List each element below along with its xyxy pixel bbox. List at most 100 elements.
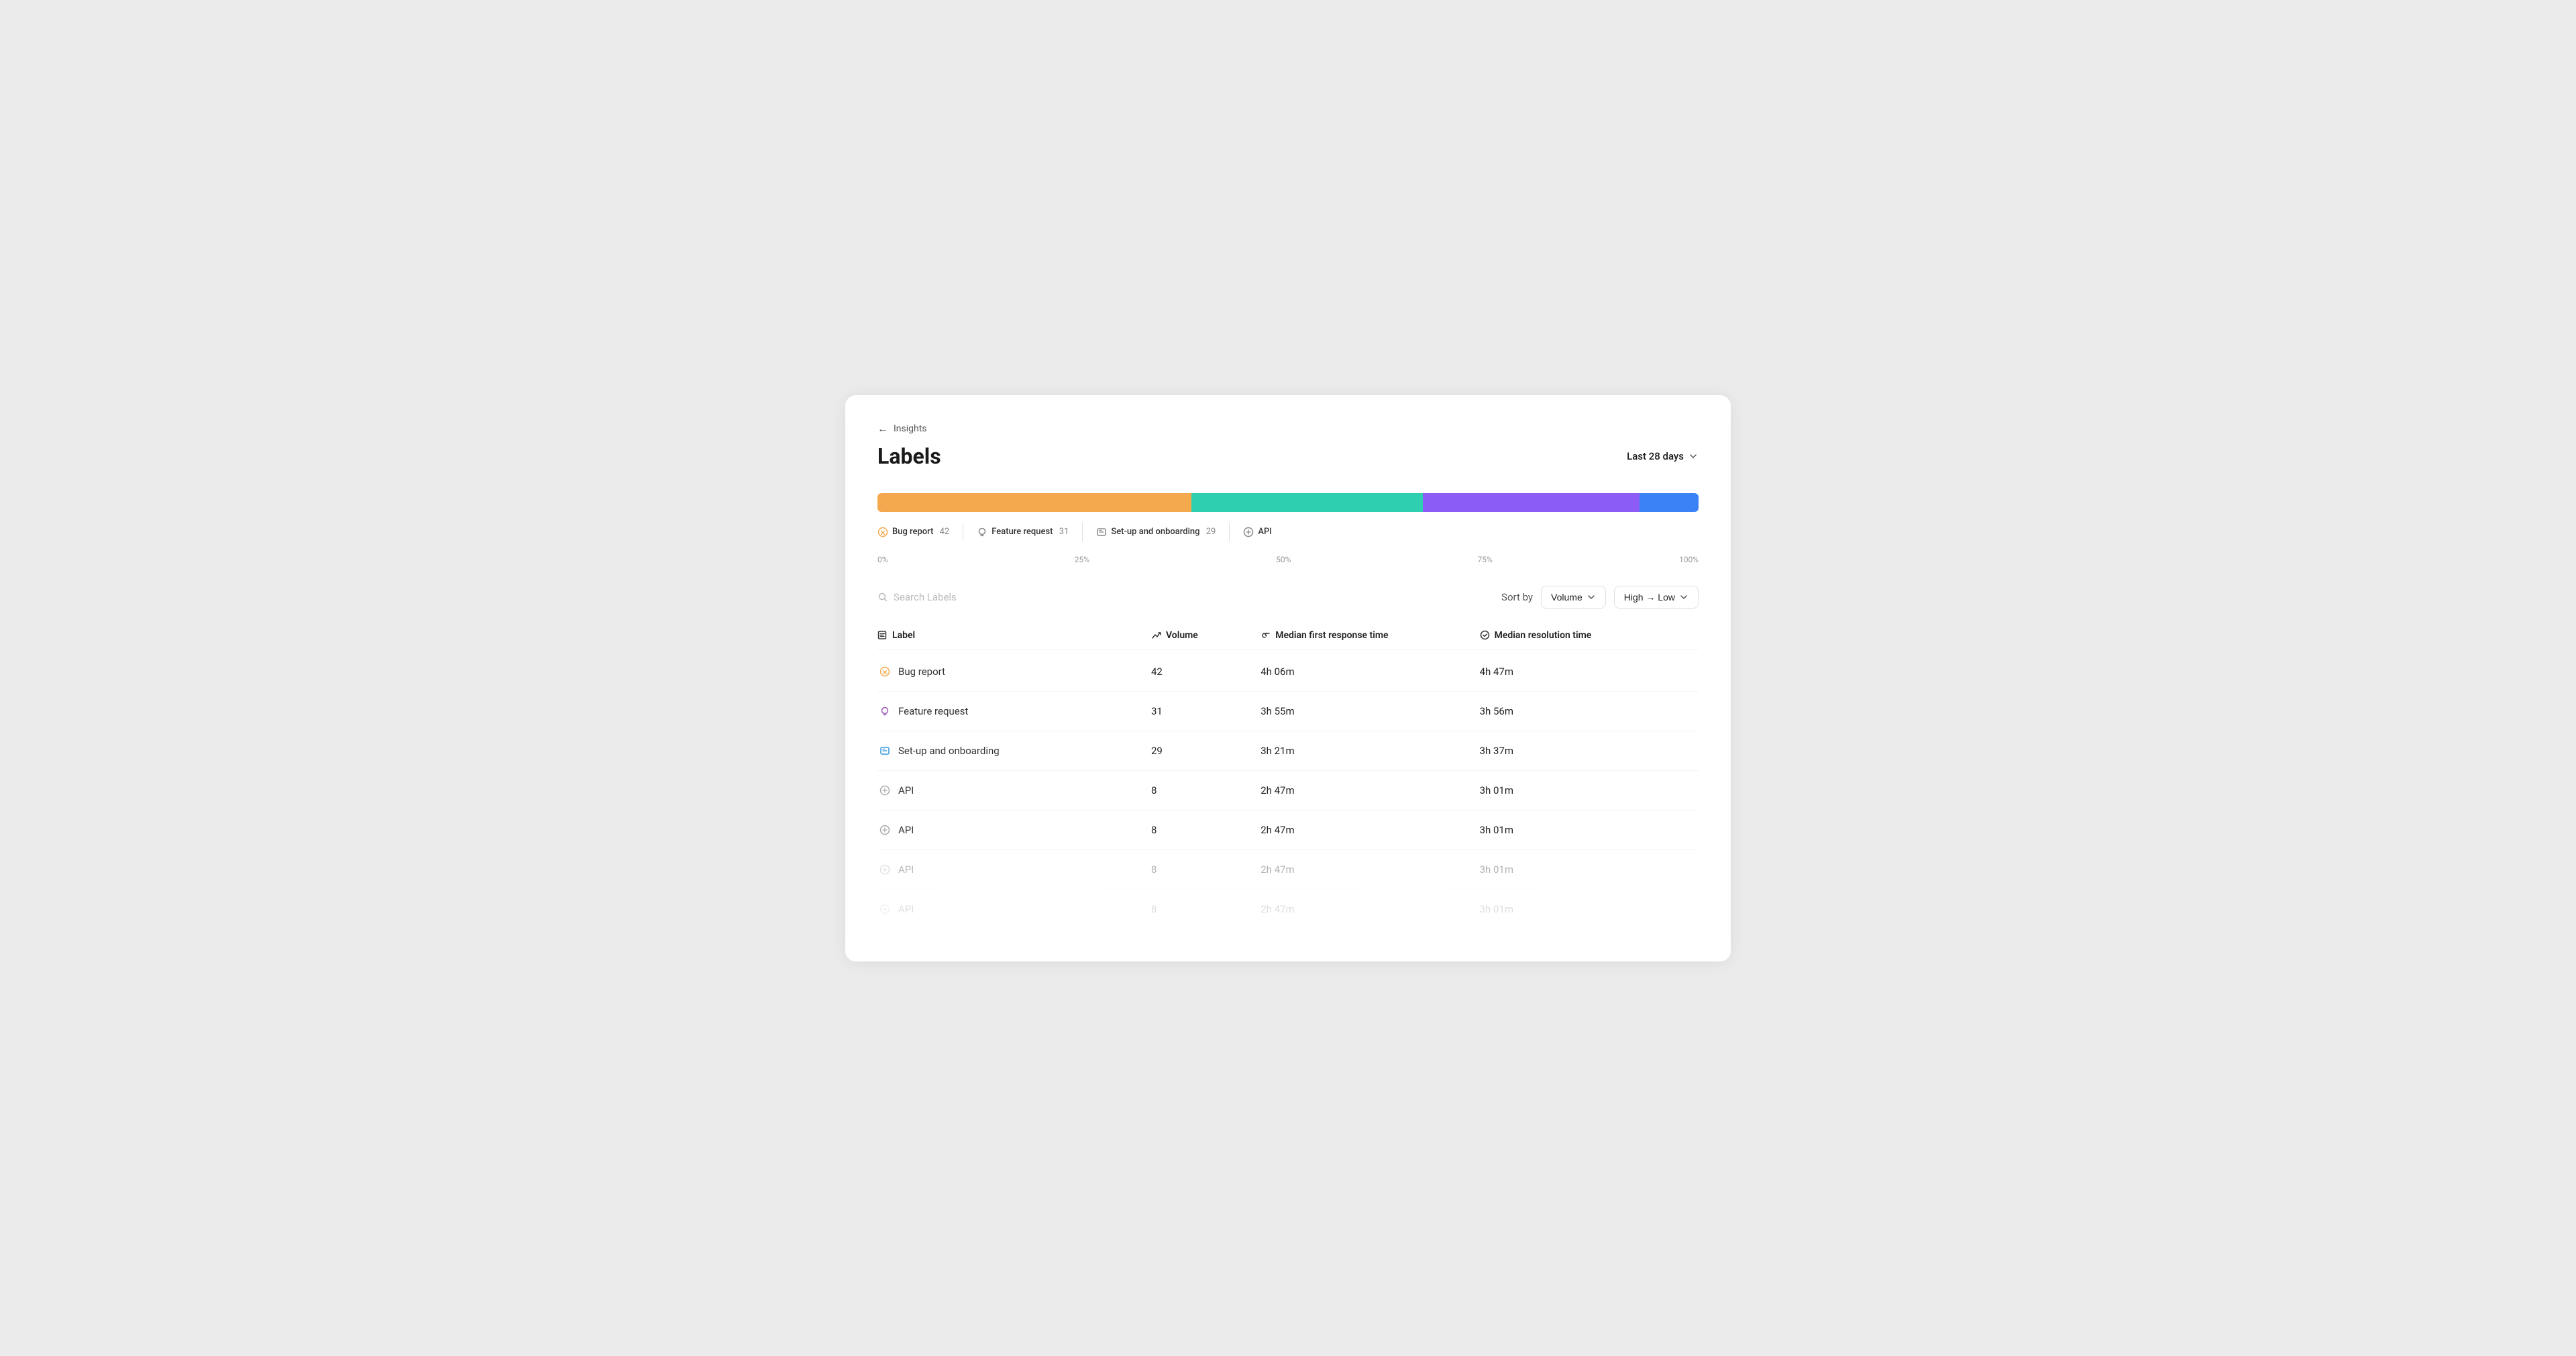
bar-label-setup-onboarding: Set-up and onboarding 29 [1096, 527, 1216, 537]
row-icon-api [879, 864, 890, 875]
pct-0: 0% [877, 555, 888, 564]
setup-onboarding-icon [1096, 527, 1107, 537]
bar-segment-setup-onboarding [1423, 493, 1640, 512]
sort-volume-label: Volume [1551, 592, 1582, 603]
percentage-row: 0% 25% 50% 75% 100% [877, 555, 1699, 564]
cell-resolution: 3h 01m [1480, 864, 1699, 876]
table-row[interactable]: API 8 2h 47m 3h 01m [877, 850, 1699, 890]
volume-col-icon [1151, 630, 1161, 640]
pct-100: 100% [1679, 555, 1699, 564]
label-row-text: API [898, 903, 914, 915]
bar-segment-feature-request [1191, 493, 1423, 512]
sort-row: Sort by Volume High → Low [1501, 586, 1699, 609]
cell-label: API [877, 783, 1151, 798]
pct-50: 50% [1276, 555, 1291, 564]
feature-request-label: Feature request [991, 527, 1053, 537]
bar-label-bug-report: Bug report 42 [877, 527, 949, 537]
table-section: Label Volume Median first response time [877, 622, 1699, 929]
row-icon-feature [879, 706, 890, 717]
resolution-col-icon [1480, 630, 1490, 640]
setup-onboarding-label: Set-up and onboarding [1111, 527, 1199, 537]
bar-label-api: API [1243, 527, 1272, 537]
label-row-icon-wrap [877, 902, 892, 917]
cell-label: Bug report [877, 664, 1151, 679]
row-icon-bug [879, 666, 890, 677]
search-placeholder: Search Labels [894, 591, 957, 603]
col-header-first-response: Median first response time [1260, 630, 1479, 641]
bar-label-feature-request: Feature request 31 [977, 527, 1069, 537]
label-row-text: Feature request [898, 705, 968, 717]
label-row-icon-wrap [877, 783, 892, 798]
cell-first-response: 4h 06m [1260, 666, 1479, 678]
label-row-text: Bug report [898, 666, 945, 678]
back-arrow-icon: ← [877, 422, 888, 435]
cell-first-response: 3h 55m [1260, 705, 1479, 717]
table-row[interactable]: API 8 2h 47m 3h 01m [877, 771, 1699, 811]
feature-request-icon [977, 527, 987, 537]
cell-volume: 8 [1151, 784, 1260, 796]
row-icon-setup [879, 745, 890, 756]
table-row[interactable]: Set-up and onboarding 29 3h 21m 3h 37m [877, 731, 1699, 771]
col-header-resolution: Median resolution time [1480, 630, 1699, 641]
label-row-icon-wrap [877, 704, 892, 719]
chevron-volume-icon [1587, 592, 1596, 602]
cell-first-response: 3h 21m [1260, 745, 1479, 757]
cell-volume: 29 [1151, 745, 1260, 757]
table-row[interactable]: API 8 2h 47m 3h 01m [877, 890, 1699, 929]
cell-resolution: 3h 37m [1480, 745, 1699, 757]
bar-segment-bug-report [877, 493, 1191, 512]
table-header: Label Volume Median first response time [877, 622, 1699, 649]
feature-request-count: 31 [1057, 527, 1069, 537]
main-card: ← Insights Labels Last 28 days [845, 395, 1731, 961]
bug-report-icon [877, 527, 888, 537]
cell-volume: 8 [1151, 903, 1260, 915]
row-icon-api [879, 785, 890, 796]
col-header-label: Label [877, 630, 1151, 641]
controls-row: Search Labels Sort by Volume High → Low [877, 586, 1699, 609]
label-row-icon-wrap [877, 862, 892, 877]
stacked-bar [877, 493, 1699, 512]
bug-report-count: 42 [937, 527, 949, 537]
cell-first-response: 2h 47m [1260, 864, 1479, 876]
cell-resolution: 3h 56m [1480, 705, 1699, 717]
label-row-text: API [898, 864, 914, 876]
row-icon-api [879, 904, 890, 915]
pct-25: 25% [1075, 555, 1089, 564]
table-row[interactable]: API 8 2h 47m 3h 01m [877, 811, 1699, 850]
bug-report-label: Bug report [892, 527, 933, 537]
cell-first-response: 2h 47m [1260, 903, 1479, 915]
label-row-text: API [898, 784, 914, 796]
cell-label: API [877, 862, 1151, 877]
date-filter-label: Last 28 days [1627, 450, 1684, 462]
breadcrumb[interactable]: ← Insights [877, 422, 1699, 435]
label-row-icon-wrap [877, 823, 892, 837]
sort-volume-button[interactable]: Volume [1541, 586, 1606, 609]
table-rows: Bug report 42 4h 06m 4h 47m Feature requ… [877, 652, 1699, 929]
cell-first-response: 2h 47m [1260, 784, 1479, 796]
bar-segment-api [1640, 493, 1699, 512]
header-row: Labels Last 28 days [877, 444, 1699, 469]
table-row[interactable]: Bug report 42 4h 06m 4h 47m [877, 652, 1699, 692]
label-col-icon [877, 630, 888, 640]
search-icon [877, 592, 888, 603]
cell-label: API [877, 823, 1151, 837]
breadcrumb-label: Insights [894, 423, 927, 434]
pct-75: 75% [1478, 555, 1493, 564]
table-row[interactable]: Feature request 31 3h 55m 3h 56m [877, 692, 1699, 731]
sort-direction-button[interactable]: High → Low [1614, 586, 1699, 609]
chevron-direction-icon [1679, 592, 1688, 602]
label-row-text: API [898, 824, 914, 836]
first-response-col-icon [1260, 630, 1271, 640]
label-row-text: Set-up and onboarding [898, 745, 1000, 757]
search-container[interactable]: Search Labels [877, 591, 957, 603]
label-divider-3 [1229, 523, 1230, 541]
sort-direction-label: High → Low [1624, 592, 1675, 603]
setup-onboarding-count: 29 [1204, 527, 1216, 537]
row-icon-api [879, 825, 890, 835]
cell-resolution: 3h 01m [1480, 903, 1699, 915]
cell-first-response: 2h 47m [1260, 824, 1479, 836]
date-filter-button[interactable]: Last 28 days [1627, 450, 1699, 462]
bar-chart-section: Bug report 42 Feature request 31 Set-up … [877, 493, 1699, 564]
cell-label: Set-up and onboarding [877, 743, 1151, 758]
label-row-icon-wrap [877, 743, 892, 758]
